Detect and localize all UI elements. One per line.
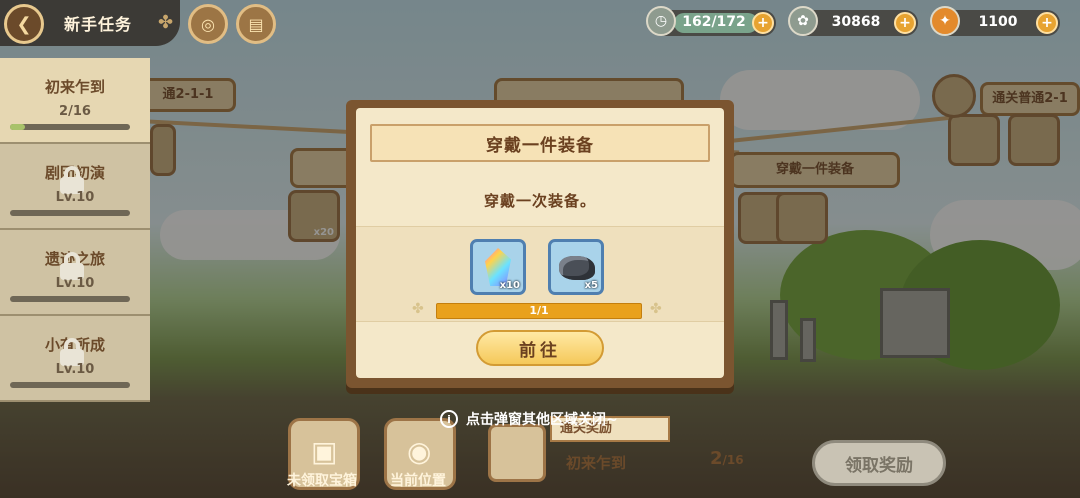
reward-item-slot[interactable]: x5 <box>548 239 604 295</box>
reward-progress: 2/16 <box>710 448 744 469</box>
energy-value: 162/172 <box>682 14 746 30</box>
carrot-resource: ✦ 1100 + <box>930 6 1060 36</box>
carrot-icon: ✦ <box>930 6 960 36</box>
task-progress-text: 1/1 <box>529 304 549 317</box>
gift-icon: ▣ <box>311 435 338 468</box>
compass-icon: ◎ <box>201 14 215 34</box>
reward-item-slot[interactable]: x10 <box>470 239 526 295</box>
task-progress-bar <box>10 296 130 302</box>
task-progress-bar: 1/1 <box>436 303 642 319</box>
task-progress-fill <box>10 124 25 130</box>
location-label: 当前位置 <box>390 473 446 489</box>
task-level-requirement: Lv.10 <box>55 276 95 291</box>
task-list: 初来乍到 2/16 剧团初演 Lv.10 遗迹之旅 Lv.10 小有所成 Lv.… <box>0 58 150 402</box>
task-name: 初来乍到 <box>44 78 105 96</box>
carrot-value: 1100 <box>978 14 1018 30</box>
task-item[interactable]: 小有所成 Lv.10 <box>0 316 150 402</box>
add-coin-button[interactable]: + <box>894 12 916 34</box>
modal-description: 穿戴一次装备。 <box>483 192 596 210</box>
task-progress-bar <box>10 210 130 216</box>
add-carrot-button[interactable]: + <box>1036 12 1058 34</box>
go-button[interactable]: 前往 <box>476 330 604 366</box>
task-item[interactable]: 初来乍到 2/16 <box>0 58 150 144</box>
close-hint-text: 点击弹窗其他区域关闭~ <box>466 412 618 428</box>
task-progress-text: 2/16 <box>59 104 91 119</box>
task-modal: 穿戴一件装备 穿戴一次装备。 x10 x5 ✤ 1/1 ✤ 前往 <box>346 100 734 388</box>
clock-icon: ◷ <box>646 6 676 36</box>
task-item[interactable]: 遗迹之旅 Lv.10 <box>0 230 150 316</box>
task-progress-bar <box>10 382 130 388</box>
task-progress-bar <box>10 124 130 130</box>
reward-items-band: x10 x5 ✤ 1/1 ✤ <box>356 226 724 322</box>
reward-chest-icon <box>488 424 546 482</box>
compass-button[interactable]: ◎ <box>188 4 228 44</box>
modal-title: 穿戴一件装备 <box>370 124 710 162</box>
page-title: 新手任务 <box>64 15 133 34</box>
reward-progress-total: /16 <box>722 453 744 467</box>
clover-icon: ✤ <box>158 12 174 33</box>
task-level-requirement: Lv.10 <box>55 362 95 377</box>
coin-value: 30868 <box>831 14 881 30</box>
energy-resource: ◷ 162/172 + <box>646 6 776 36</box>
task-item[interactable]: 剧团初演 Lv.10 <box>0 144 150 230</box>
clover-deco-icon: ✤ <box>412 301 424 317</box>
item-count: x5 <box>584 280 598 291</box>
location-icon: ◉ <box>407 435 432 468</box>
clover-deco-icon: ✤ <box>650 301 662 317</box>
task-level-requirement: Lv.10 <box>55 190 95 205</box>
heart-back-icon: ❮ <box>16 13 32 35</box>
ore-stone-icon <box>559 256 595 280</box>
close-hint: i 点击弹窗其他区域关闭~ <box>440 408 618 430</box>
coin-icon: ✿ <box>788 6 818 36</box>
book-icon: ▤ <box>248 14 264 34</box>
reward-task-name: 初来乍到 <box>566 454 627 472</box>
book-button[interactable]: ▤ <box>236 4 276 44</box>
coin-resource: ✿ 30868 + <box>788 6 918 36</box>
modal-paper: 穿戴一件装备 穿戴一次装备。 x10 x5 ✤ 1/1 ✤ 前往 <box>356 108 724 378</box>
chest-label: 未领取宝箱 <box>287 473 357 489</box>
back-button[interactable]: ❮ <box>4 4 44 44</box>
info-icon: i <box>440 410 458 428</box>
claim-reward-button[interactable]: 领取奖励 <box>812 440 946 486</box>
item-count: x10 <box>499 280 520 291</box>
reward-progress-current: 2 <box>710 448 723 469</box>
add-energy-button[interactable]: + <box>752 12 774 34</box>
